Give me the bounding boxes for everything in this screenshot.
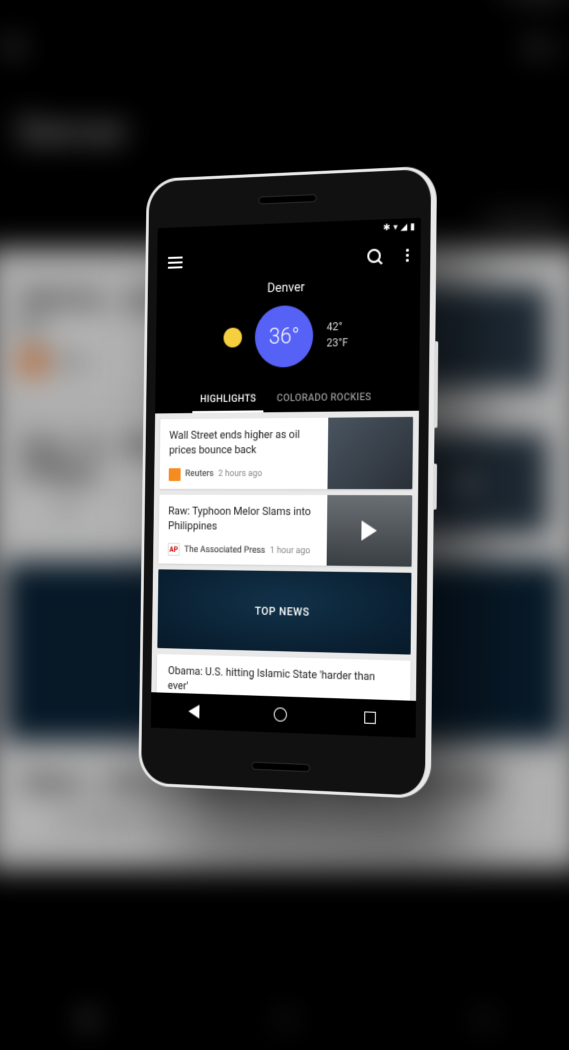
hi-lo: 42° 23°F xyxy=(326,318,348,352)
home-button[interactable] xyxy=(273,706,288,723)
source-logo-reuters xyxy=(168,468,180,481)
current-temp[interactable]: 36° xyxy=(254,305,313,368)
battery-icon: ▮ xyxy=(410,222,415,232)
news-card[interactable]: Wall Street ends higher as oil prices bo… xyxy=(159,417,413,489)
headline: Raw: Typhoon Melor Slams into Philippine… xyxy=(167,504,317,534)
overflow-icon[interactable] xyxy=(405,248,408,261)
thumbnail xyxy=(327,417,413,489)
news-feed[interactable]: Wall Street ends higher as oil prices bo… xyxy=(151,411,419,701)
temp-low: 23°F xyxy=(326,335,348,352)
age: 2 hours ago xyxy=(218,469,262,479)
phone-frame: ✱ ▾ ◢ ▮ Denver 36° 42° 23°F xyxy=(138,166,437,800)
top-news-hero[interactable]: TOP NEWS xyxy=(157,570,411,655)
location-label: Denver xyxy=(156,277,420,300)
weather-header: Denver 36° 42° 23°F xyxy=(155,273,420,382)
source-name: Reuters xyxy=(185,469,214,479)
source-name: The Associated Press xyxy=(184,545,265,556)
signal-icon: ◢ xyxy=(400,222,407,232)
temp-high: 42° xyxy=(326,318,348,335)
tab-colorado-rockies[interactable]: COLORADO ROCKIES xyxy=(274,386,373,412)
hero-label: TOP NEWS xyxy=(254,604,309,618)
headline: Wall Street ends higher as oil prices bo… xyxy=(168,428,318,458)
wifi-icon: ▾ xyxy=(393,223,397,233)
menu-icon[interactable] xyxy=(167,256,182,268)
back-button[interactable] xyxy=(186,703,201,719)
recents-button[interactable] xyxy=(362,709,378,726)
thumbnail-video[interactable] xyxy=(326,495,412,567)
sun-icon xyxy=(223,327,242,347)
age: 1 hour ago xyxy=(269,546,309,556)
news-card[interactable]: Raw: Typhoon Melor Slams into Philippine… xyxy=(158,494,412,567)
play-icon xyxy=(326,495,412,567)
android-nav-bar xyxy=(150,692,415,738)
tab-strip: HIGHLIGHTS COLORADO ROCKIES xyxy=(155,377,419,413)
bluetooth-icon: ✱ xyxy=(383,223,390,233)
tab-highlights[interactable]: HIGHLIGHTS xyxy=(198,388,258,413)
search-icon[interactable] xyxy=(367,249,381,264)
source-logo-ap: AP xyxy=(167,543,179,556)
